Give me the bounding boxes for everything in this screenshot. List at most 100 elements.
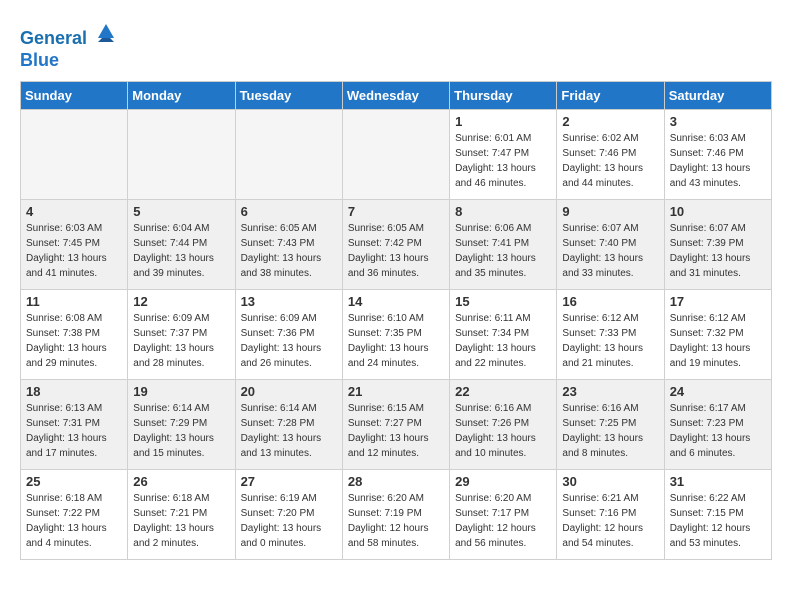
day-number: 30 [562,474,658,489]
calendar-cell: 8 Sunrise: 6:06 AMSunset: 7:41 PMDaylight… [450,200,557,290]
calendar-cell: 5 Sunrise: 6:04 AMSunset: 7:44 PMDaylight… [128,200,235,290]
day-info: Sunrise: 6:21 AMSunset: 7:16 PMDaylight:… [562,491,658,551]
day-info: Sunrise: 6:02 AMSunset: 7:46 PMDaylight:… [562,131,658,191]
logo-general: General [20,28,87,48]
day-info: Sunrise: 6:14 AMSunset: 7:29 PMDaylight:… [133,401,229,461]
calendar-cell: 23 Sunrise: 6:16 AMSunset: 7:25 PMDayligh… [557,380,664,470]
day-info: Sunrise: 6:16 AMSunset: 7:26 PMDaylight:… [455,401,551,461]
calendar-cell: 18 Sunrise: 6:13 AMSunset: 7:31 PMDayligh… [21,380,128,470]
day-info: Sunrise: 6:22 AMSunset: 7:15 PMDaylight:… [670,491,766,551]
day-number: 28 [348,474,444,489]
calendar-week-row: 11 Sunrise: 6:08 AMSunset: 7:38 PMDayligh… [21,290,772,380]
day-info: Sunrise: 6:18 AMSunset: 7:22 PMDaylight:… [26,491,122,551]
calendar-cell: 31 Sunrise: 6:22 AMSunset: 7:15 PMDayligh… [664,470,771,560]
col-header-friday: Friday [557,82,664,110]
day-number: 25 [26,474,122,489]
day-number: 19 [133,384,229,399]
day-info: Sunrise: 6:18 AMSunset: 7:21 PMDaylight:… [133,491,229,551]
day-info: Sunrise: 6:20 AMSunset: 7:19 PMDaylight:… [348,491,444,551]
calendar-cell: 25 Sunrise: 6:18 AMSunset: 7:22 PMDayligh… [21,470,128,560]
calendar-cell [21,110,128,200]
day-info: Sunrise: 6:07 AMSunset: 7:40 PMDaylight:… [562,221,658,281]
day-number: 2 [562,114,658,129]
calendar-week-row: 4 Sunrise: 6:03 AMSunset: 7:45 PMDaylight… [21,200,772,290]
day-info: Sunrise: 6:01 AMSunset: 7:47 PMDaylight:… [455,131,551,191]
calendar-cell: 17Sunrise: 6:12 AMSunset: 7:32 PMDayligh… [664,290,771,380]
day-number: 31 [670,474,766,489]
day-info: Sunrise: 6:20 AMSunset: 7:17 PMDaylight:… [455,491,551,551]
day-number: 27 [241,474,337,489]
day-number: 17 [670,294,766,309]
day-number: 7 [348,204,444,219]
col-header-sunday: Sunday [21,82,128,110]
day-info: Sunrise: 6:09 AMSunset: 7:36 PMDaylight:… [241,311,337,371]
day-number: 16 [562,294,658,309]
day-info: Sunrise: 6:05 AMSunset: 7:42 PMDaylight:… [348,221,444,281]
page-header: General Blue [20,20,772,71]
day-number: 12 [133,294,229,309]
logo: General Blue [20,20,118,71]
logo-icon [94,20,118,44]
calendar-cell: 4 Sunrise: 6:03 AMSunset: 7:45 PMDaylight… [21,200,128,290]
day-number: 6 [241,204,337,219]
day-number: 18 [26,384,122,399]
day-info: Sunrise: 6:05 AMSunset: 7:43 PMDaylight:… [241,221,337,281]
calendar-cell: 30 Sunrise: 6:21 AMSunset: 7:16 PMDayligh… [557,470,664,560]
calendar-cell: 12 Sunrise: 6:09 AMSunset: 7:37 PMDayligh… [128,290,235,380]
day-info: Sunrise: 6:06 AMSunset: 7:41 PMDaylight:… [455,221,551,281]
col-header-tuesday: Tuesday [235,82,342,110]
day-number: 24 [670,384,766,399]
calendar-week-row: 25 Sunrise: 6:18 AMSunset: 7:22 PMDayligh… [21,470,772,560]
day-number: 5 [133,204,229,219]
day-number: 8 [455,204,551,219]
day-number: 13 [241,294,337,309]
day-number: 3 [670,114,766,129]
day-info: Sunrise: 6:03 AMSunset: 7:45 PMDaylight:… [26,221,122,281]
day-number: 9 [562,204,658,219]
day-number: 1 [455,114,551,129]
day-number: 23 [562,384,658,399]
calendar-cell [235,110,342,200]
calendar-cell: 15 Sunrise: 6:11 AMSunset: 7:34 PMDayligh… [450,290,557,380]
calendar-cell: 21 Sunrise: 6:15 AMSunset: 7:27 PMDayligh… [342,380,449,470]
day-info: Sunrise: 6:07 AMSunset: 7:39 PMDaylight:… [670,221,766,281]
calendar-cell: 27Sunrise: 6:19 AMSunset: 7:20 PMDayligh… [235,470,342,560]
calendar-cell: 16 Sunrise: 6:12 AMSunset: 7:33 PMDayligh… [557,290,664,380]
day-info: Sunrise: 6:12 AMSunset: 7:33 PMDaylight:… [562,311,658,371]
logo-blue: Blue [20,50,59,70]
calendar-cell: 7 Sunrise: 6:05 AMSunset: 7:42 PMDaylight… [342,200,449,290]
day-number: 11 [26,294,122,309]
calendar-header-row: SundayMondayTuesdayWednesdayThursdayFrid… [21,82,772,110]
calendar-cell: 9 Sunrise: 6:07 AMSunset: 7:40 PMDaylight… [557,200,664,290]
day-number: 20 [241,384,337,399]
day-number: 14 [348,294,444,309]
col-header-monday: Monday [128,82,235,110]
day-number: 4 [26,204,122,219]
day-info: Sunrise: 6:17 AMSunset: 7:23 PMDaylight:… [670,401,766,461]
day-number: 15 [455,294,551,309]
day-info: Sunrise: 6:13 AMSunset: 7:31 PMDaylight:… [26,401,122,461]
day-info: Sunrise: 6:16 AMSunset: 7:25 PMDaylight:… [562,401,658,461]
calendar-cell: 3 Sunrise: 6:03 AMSunset: 7:46 PMDaylight… [664,110,771,200]
day-info: Sunrise: 6:10 AMSunset: 7:35 PMDaylight:… [348,311,444,371]
calendar-table: SundayMondayTuesdayWednesdayThursdayFrid… [20,81,772,560]
day-info: Sunrise: 6:03 AMSunset: 7:46 PMDaylight:… [670,131,766,191]
day-info: Sunrise: 6:08 AMSunset: 7:38 PMDaylight:… [26,311,122,371]
calendar-cell: 28 Sunrise: 6:20 AMSunset: 7:19 PMDayligh… [342,470,449,560]
day-info: Sunrise: 6:11 AMSunset: 7:34 PMDaylight:… [455,311,551,371]
calendar-cell: 2 Sunrise: 6:02 AMSunset: 7:46 PMDaylight… [557,110,664,200]
calendar-cell: 6 Sunrise: 6:05 AMSunset: 7:43 PMDaylight… [235,200,342,290]
calendar-cell: 13 Sunrise: 6:09 AMSunset: 7:36 PMDayligh… [235,290,342,380]
calendar-cell: 19 Sunrise: 6:14 AMSunset: 7:29 PMDayligh… [128,380,235,470]
day-number: 21 [348,384,444,399]
calendar-cell [342,110,449,200]
day-info: Sunrise: 6:14 AMSunset: 7:28 PMDaylight:… [241,401,337,461]
calendar-cell: 26Sunrise: 6:18 AMSunset: 7:21 PMDayligh… [128,470,235,560]
calendar-cell: 10Sunrise: 6:07 AMSunset: 7:39 PMDayligh… [664,200,771,290]
col-header-saturday: Saturday [664,82,771,110]
day-info: Sunrise: 6:04 AMSunset: 7:44 PMDaylight:… [133,221,229,281]
day-number: 29 [455,474,551,489]
calendar-cell: 24 Sunrise: 6:17 AMSunset: 7:23 PMDayligh… [664,380,771,470]
day-info: Sunrise: 6:15 AMSunset: 7:27 PMDaylight:… [348,401,444,461]
day-info: Sunrise: 6:09 AMSunset: 7:37 PMDaylight:… [133,311,229,371]
